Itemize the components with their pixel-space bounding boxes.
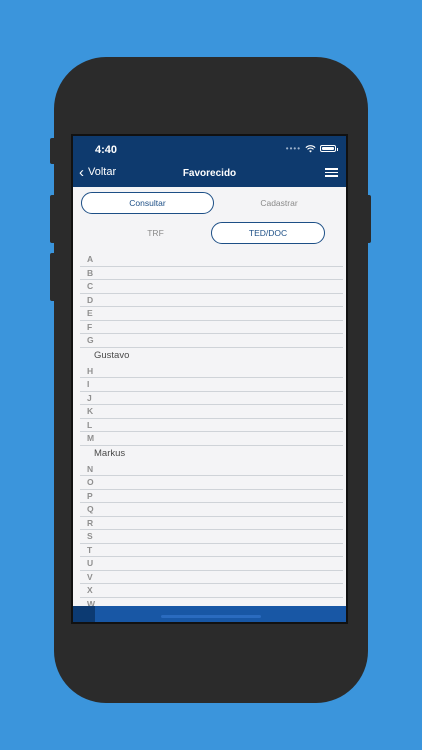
section-header-q: Q (80, 503, 343, 517)
section-header-p: P (80, 490, 343, 503)
wifi-icon (305, 144, 316, 153)
section-header-h: H (80, 365, 343, 378)
favorites-list: A B C D E F G Gustavo H I J K L M Markus N O P Q R S T U V X W (80, 253, 343, 611)
bottom-bar (73, 606, 346, 622)
status-icons: •••• (285, 144, 338, 153)
battery-icon (320, 145, 338, 152)
section-header-d: D (80, 294, 343, 307)
section-header-t: T (80, 544, 343, 557)
hamburger-menu-icon[interactable] (325, 168, 338, 177)
section-header-i: I (80, 378, 343, 392)
section-header-m: M (80, 432, 343, 446)
section-header-k: K (80, 405, 343, 419)
page-title: Favorecido (182, 168, 237, 179)
section-header-v: V (80, 571, 343, 584)
section-header-a: A (80, 253, 343, 267)
section-header-n: N (80, 463, 343, 476)
section-header-l: L (80, 419, 343, 432)
section-header-r: R (80, 517, 343, 530)
contact-item[interactable]: Gustavo (80, 348, 343, 365)
section-header-x: X (80, 584, 343, 598)
section-header-g: G (80, 334, 343, 348)
app-screen: 4:40 •••• ‹ Voltar Favorecido Consultar … (71, 134, 348, 624)
secondary-segment: TRF TED/DOC (73, 222, 346, 244)
section-header-e: E (80, 307, 343, 321)
tab-ted-doc[interactable]: TED/DOC (211, 222, 325, 244)
section-header-o: O (80, 476, 343, 490)
app-header: 4:40 •••• ‹ Voltar Favorecido (73, 136, 346, 187)
primary-segment: Consultar Cadastrar (73, 192, 346, 214)
section-header-u: U (80, 557, 343, 571)
tab-trf[interactable]: TRF (103, 222, 208, 244)
tab-consultar[interactable]: Consultar (81, 192, 214, 214)
section-header-b: B (80, 267, 343, 280)
section-header-s: S (80, 530, 343, 544)
status-time: 4:40 (95, 144, 118, 156)
signal-dots-icon: •••• (285, 144, 301, 153)
section-header-j: J (80, 392, 343, 405)
section-header-f: F (80, 321, 343, 334)
tab-cadastrar[interactable]: Cadastrar (217, 192, 341, 214)
section-header-c: C (80, 280, 343, 294)
home-indicator (161, 615, 261, 618)
contact-item[interactable]: Markus (80, 446, 343, 463)
